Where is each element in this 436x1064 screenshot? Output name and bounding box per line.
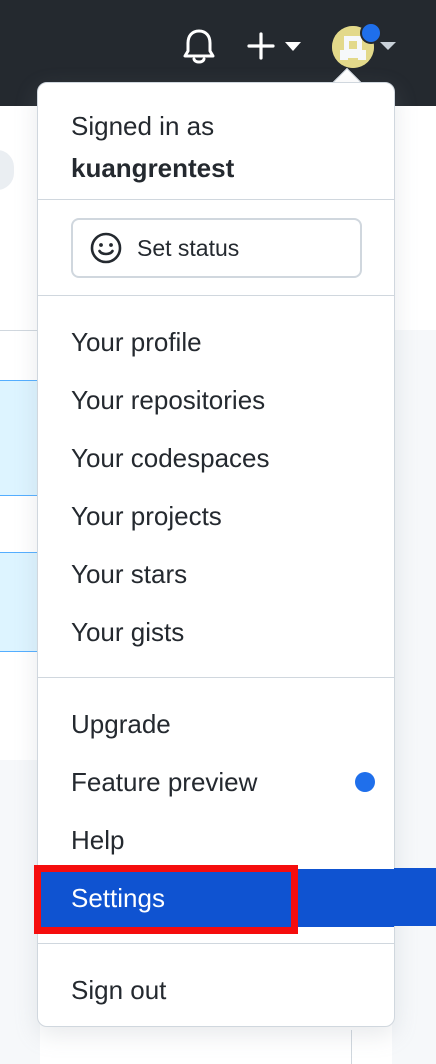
set-status-button[interactable]: Set status [71, 218, 362, 278]
settings-highlight-extension [394, 868, 436, 926]
menu-item-your-profile[interactable]: Your profile [38, 313, 394, 371]
menu-item-upgrade[interactable]: Upgrade [38, 695, 394, 753]
chevron-down-icon [285, 42, 301, 51]
divider [38, 943, 394, 944]
new-feature-dot-icon [355, 772, 375, 792]
list-item [0, 552, 40, 652]
signed-in-header: Signed in as kuangrentest [38, 83, 394, 199]
menu-item-sign-out[interactable]: Sign out [38, 961, 394, 1019]
menu-item-your-repositories[interactable]: Your repositories [38, 371, 394, 429]
plus-icon [247, 32, 275, 60]
status-dot-icon [360, 22, 382, 44]
menu-item-your-projects[interactable]: Your projects [38, 487, 394, 545]
feature-preview-label: Feature preview [71, 767, 258, 797]
divider [38, 295, 394, 296]
list-item [0, 380, 40, 496]
menu-item-your-stars[interactable]: Your stars [38, 545, 394, 603]
user-menu-button[interactable] [330, 22, 402, 70]
menu-item-your-gists[interactable]: Your gists [38, 603, 394, 661]
menu-item-feature-preview[interactable]: Feature preview [38, 753, 394, 811]
notifications-button[interactable] [180, 26, 218, 66]
create-new-button[interactable] [246, 30, 302, 62]
menu-item-your-codespaces[interactable]: Your codespaces [38, 429, 394, 487]
username: kuangrentest [71, 153, 235, 183]
content-background [392, 330, 436, 1064]
signed-in-label: Signed in as [71, 111, 215, 141]
annotation-highlight-box [34, 865, 298, 934]
bell-icon [183, 29, 215, 64]
smiley-icon [90, 232, 122, 264]
chevron-down-icon [380, 42, 396, 50]
menu-item-help[interactable]: Help [38, 811, 394, 869]
set-status-label: Set status [137, 234, 240, 261]
divider [351, 1030, 352, 1064]
divider [38, 199, 394, 200]
divider [38, 677, 394, 678]
